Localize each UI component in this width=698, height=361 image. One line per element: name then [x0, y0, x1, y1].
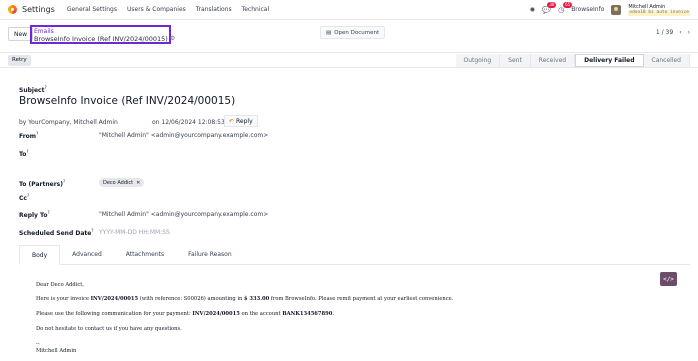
author-line: by YourCompany, Mitchell Admin: [19, 119, 118, 126]
form-sheet: Subject? BrowseInfo Invoice (Ref INV/202…: [8, 72, 690, 361]
body-line-payment: Please use the following communication f…: [36, 311, 334, 317]
to-partners-label: To (Partners)?: [19, 179, 66, 188]
stage-received[interactable]: Received: [530, 54, 576, 67]
body-text: Here is your invoice: [36, 296, 91, 302]
reply-button[interactable]: ↶ Reply: [224, 115, 258, 127]
body-line-invoice: Here is your invoice INV/2024/00015 (wit…: [36, 296, 453, 302]
scheduled-date-label-text: Scheduled Send Date: [19, 230, 92, 237]
activity-badge: 65: [563, 1, 573, 8]
cc-label-text: Cc: [19, 195, 27, 202]
signature: Mitchell Admin: [36, 348, 77, 354]
menu-general-settings[interactable]: General Settings: [67, 6, 117, 13]
notebook-tabs: Body Advanced Attachments Failure Reason: [19, 245, 690, 265]
breadcrumb: Emails BrowseInfo Invoice (Ref INV/2024/…: [30, 25, 175, 44]
reply-to-label-text: Reply To: [19, 212, 48, 219]
gear-icon[interactable]: ⚙: [170, 35, 175, 43]
close-icon[interactable]: ✕: [136, 180, 140, 186]
breadcrumb-current-label: BrowseInfo Invoice (Ref INV/2024/00015): [34, 35, 168, 43]
reply-to-field[interactable]: "Mitchell Admin" <admin@yourcompany.exam…: [99, 211, 268, 218]
app-name[interactable]: Settings: [22, 5, 55, 14]
date-line: on 12/06/2024 12:08:53: [152, 119, 225, 126]
partner-tag[interactable]: Deco Addict ✕: [99, 178, 145, 187]
breadcrumb-emails-link[interactable]: Emails: [34, 28, 167, 35]
tab-failure-reason[interactable]: Failure Reason: [176, 245, 244, 264]
body-text: from BrowseInfo. Please remit payment at…: [269, 296, 454, 302]
body-text: Please use the following communication f…: [36, 311, 193, 317]
activity-clock-icon[interactable]: ◷ 65: [558, 1, 573, 14]
cc-label: Cc?: [19, 193, 30, 202]
reply-to-label: Reply To?: [19, 210, 50, 219]
user-menu[interactable]: Mitchell Admin odoo18 bi auto invoice: [628, 4, 690, 16]
subject-label: Subject?: [19, 85, 47, 94]
scheduled-date-field[interactable]: YYYY-MM-DD HH:MM:SS: [99, 229, 170, 236]
main-menu: General Settings Users & Companies Trans…: [67, 6, 269, 13]
open-document-button[interactable]: ▤ Open Document: [320, 26, 386, 39]
subject-field[interactable]: BrowseInfo Invoice (Ref INV/2024/00015): [19, 95, 235, 107]
scheduled-date-label: Scheduled Send Date?: [19, 228, 94, 237]
tab-advanced[interactable]: Advanced: [60, 245, 114, 264]
signature-separator: --: [36, 341, 40, 347]
body-line-contact: Do not hesitate to contact us if you hav…: [36, 326, 182, 332]
menu-technical[interactable]: Technical: [242, 6, 270, 13]
invoice-ref: INV/2024/00015: [90, 296, 139, 302]
bank-account: BANK134567890: [282, 311, 333, 317]
document-icon: ▤: [326, 29, 332, 36]
body-text: .: [332, 311, 335, 317]
chevron-left-icon[interactable]: ‹: [679, 29, 681, 36]
body-text: (with reference: S00026) amounting in: [138, 296, 244, 302]
to-field[interactable]: [99, 149, 299, 157]
from-label: From?: [19, 131, 39, 140]
to-partners-label-text: To (Partners): [19, 181, 63, 188]
payment-reference: INV/2024/00015: [192, 311, 240, 317]
invoice-amount: $ 333.00: [244, 296, 270, 302]
body-greeting: Dear Deco Addict,: [36, 282, 85, 288]
from-label-text: From: [19, 133, 37, 140]
open-document-label: Open Document: [334, 29, 380, 36]
top-navbar: Settings General Settings Users & Compan…: [0, 0, 698, 20]
retry-button[interactable]: Retry: [8, 54, 31, 66]
reply-label: Reply: [236, 117, 253, 125]
stage-outgoing[interactable]: Outgoing: [455, 54, 501, 67]
company-switcher[interactable]: BrowseInfo: [571, 6, 604, 13]
subject-label-text: Subject: [19, 87, 45, 94]
tab-attachments[interactable]: Attachments: [114, 245, 176, 264]
menu-translations[interactable]: Translations: [196, 6, 232, 13]
to-label: To?: [19, 149, 29, 158]
from-field[interactable]: "Mitchell Admin" <admin@yourcompany.exam…: [99, 132, 268, 139]
messages-icon[interactable]: 💬 38: [542, 1, 557, 14]
navbar-right: ✹ 💬 38 ◷ 65 BrowseInfo Mitchell Admin odoo…: [529, 1, 690, 16]
control-panel: New Emails BrowseInfo Invoice (Ref INV/2…: [0, 20, 698, 48]
cc-field[interactable]: [99, 193, 299, 201]
code-view-icon[interactable]: </>: [660, 272, 677, 286]
partner-tag-label: Deco Addict: [103, 179, 134, 186]
pager: 1 / 39 ‹ ›: [656, 29, 690, 36]
menu-users-companies[interactable]: Users & Companies: [127, 6, 186, 13]
status-bar: Retry Outgoing Sent Received Delivery Fa…: [0, 52, 698, 68]
stage-delivery-failed[interactable]: Delivery Failed: [575, 54, 644, 67]
settings-app-icon[interactable]: [8, 5, 17, 14]
bug-icon[interactable]: ✹: [529, 6, 535, 14]
tab-body[interactable]: Body: [19, 245, 61, 265]
body-text: on the account: [239, 311, 283, 317]
pager-value[interactable]: 1 / 39: [656, 29, 673, 36]
stage-cancelled[interactable]: Cancelled: [643, 54, 690, 67]
stage-sent[interactable]: Sent: [500, 54, 531, 67]
database-name: odoo18 bi auto invoice: [628, 9, 690, 16]
breadcrumb-current: BrowseInfo Invoice (Ref INV/2024/00015) …: [34, 35, 175, 43]
avatar[interactable]: [611, 4, 622, 15]
reply-icon: ↶: [229, 117, 235, 125]
messages-badge: 38: [547, 1, 557, 8]
state-pipeline: Outgoing Sent Received Delivery Failed C…: [455, 54, 690, 67]
chevron-right-icon[interactable]: ›: [688, 29, 690, 36]
